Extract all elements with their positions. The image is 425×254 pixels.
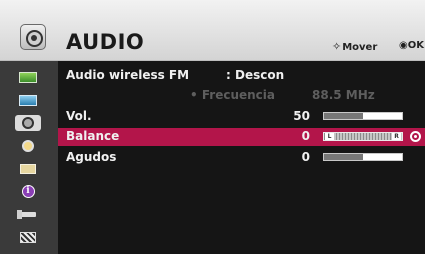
sidebar: i	[0, 61, 58, 254]
agudos-slider-fill	[324, 154, 363, 160]
fm-label: Audio wireless FM	[66, 68, 190, 82]
menu-row-frequency: • Frecuencia 88.5 MHz	[58, 87, 425, 105]
volume-label: Vol.	[66, 109, 92, 123]
sidebar-item-media[interactable]	[17, 229, 39, 245]
move-arrows-icon: ✧	[332, 40, 342, 53]
menu-row-fm[interactable]: Audio wireless FM : Descon	[58, 67, 425, 85]
sidebar-item-audio[interactable]	[15, 115, 41, 131]
sidebar-item-picture[interactable]	[17, 69, 39, 85]
agudos-slider[interactable]	[323, 153, 403, 161]
menu-header: AUDIO ✧Mover ◉OK	[0, 0, 425, 61]
move-hint: ✧Mover	[332, 40, 377, 53]
balance-label: Balance	[66, 129, 120, 143]
menu-row-balance[interactable]: Balance 0 L R	[58, 128, 425, 146]
info-icon: i	[21, 184, 35, 198]
sidebar-item-image[interactable]	[17, 92, 39, 108]
menu-row-agudos[interactable]: Agudos 0	[58, 149, 425, 167]
volume-value: 50	[293, 109, 310, 123]
sidebar-item-time[interactable]	[17, 138, 39, 154]
ok-circle-icon: ◉	[399, 40, 408, 51]
input-icon	[17, 209, 36, 219]
move-hint-label: Mover	[342, 42, 378, 53]
frequency-label: • Frecuencia	[190, 88, 275, 102]
balance-left-letter: L	[325, 133, 334, 140]
volume-slider-fill	[324, 113, 363, 119]
image-icon	[19, 94, 37, 106]
balance-value: 0	[301, 129, 310, 143]
ok-hint-label: OK	[407, 40, 424, 51]
menu-row-volume[interactable]: Vol. 50	[58, 108, 425, 126]
menu-panel: Audio wireless FM : Descon • Frecuencia …	[58, 61, 425, 254]
time-icon	[22, 140, 34, 152]
balance-slider[interactable]: L R	[323, 132, 403, 141]
ok-select-icon[interactable]	[410, 131, 421, 142]
fm-value: : Descon	[226, 68, 285, 82]
option-icon	[20, 164, 36, 174]
clapper-icon	[20, 231, 36, 243]
frequency-value: 88.5 MHz	[312, 88, 375, 102]
audio-menu-screen: AUDIO ✧Mover ◉OK i Audio wireless FM : D…	[0, 0, 425, 254]
sidebar-item-option[interactable]	[17, 161, 39, 177]
agudos-value: 0	[301, 150, 310, 164]
sidebar-item-info[interactable]: i	[17, 183, 39, 199]
picture-icon	[19, 71, 37, 83]
sidebar-item-input[interactable]	[17, 206, 39, 222]
ok-hint: ◉OK	[399, 40, 424, 51]
volume-slider[interactable]	[323, 112, 403, 120]
audio-speaker-icon	[20, 24, 46, 50]
audio-icon	[22, 117, 34, 129]
balance-right-letter: R	[392, 133, 401, 140]
page-title: AUDIO	[66, 30, 145, 54]
agudos-label: Agudos	[66, 150, 117, 164]
